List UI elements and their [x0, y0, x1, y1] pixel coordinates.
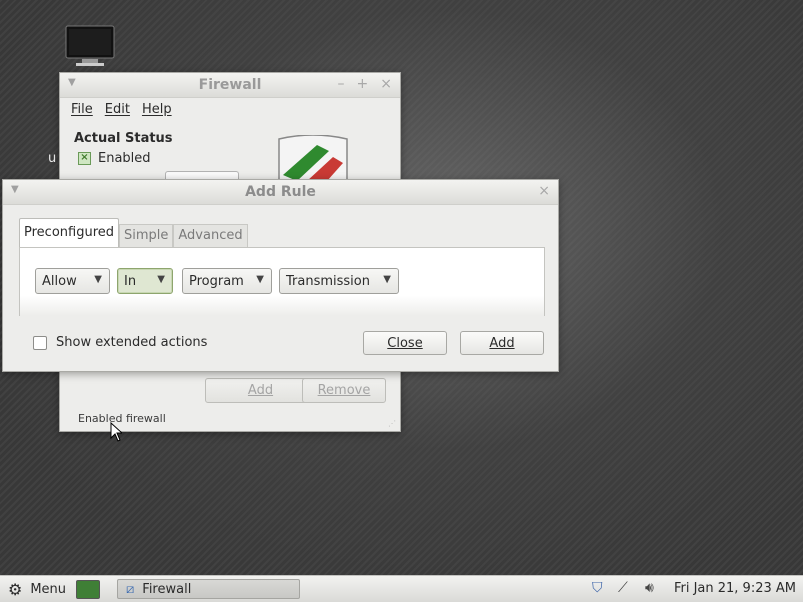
add-rule-title: Add Rule	[245, 184, 316, 200]
policy-select[interactable]: Allow ▼	[35, 268, 110, 294]
shield-info-icon[interactable]: ⛉	[592, 580, 603, 596]
close-icon[interactable]: ×	[538, 183, 550, 199]
computer-icon[interactable]	[64, 24, 116, 68]
menubar: File Edit Help	[60, 98, 400, 121]
enabled-label: Enabled	[98, 151, 151, 166]
taskbar: ⚙ Menu ⧄ Firewall ⛉ ⟋ 🔊︎ Fri Jan 21, 9:2…	[0, 575, 803, 602]
volume-icon[interactable]: 🔊︎	[645, 580, 654, 596]
terminal-launcher-icon[interactable]	[76, 580, 100, 599]
firewall-add-button[interactable]: Add	[205, 378, 316, 403]
menu-help[interactable]: Help	[142, 102, 172, 117]
network-icon[interactable]: ⟋	[618, 580, 628, 596]
enabled-toggle[interactable]: × Enabled	[78, 151, 151, 166]
resize-grip-icon[interactable]: ⋰	[388, 419, 396, 428]
category-value: Program	[189, 273, 244, 289]
policy-value: Allow	[42, 273, 77, 289]
tab-simple[interactable]: Simple	[119, 224, 174, 247]
window-menu-icon[interactable]: ▼	[68, 77, 76, 88]
add-button[interactable]: Add	[460, 331, 544, 355]
firewall-remove-button[interactable]: Remove	[302, 378, 386, 403]
extended-actions-checkbox[interactable]	[33, 335, 47, 350]
start-menu-button[interactable]: ⚙ Menu	[8, 576, 66, 602]
minimize-icon[interactable]: –	[338, 76, 345, 92]
chevron-down-icon: ▼	[256, 274, 264, 285]
extended-actions-toggle[interactable]: Show extended actions	[33, 335, 207, 350]
chevron-down-icon: ▼	[157, 274, 165, 285]
gear-icon: ⚙	[8, 579, 23, 599]
application-select[interactable]: Transmission ▼	[279, 268, 399, 294]
mouse-cursor-icon	[110, 422, 122, 442]
application-value: Transmission	[286, 273, 370, 289]
window-menu-icon[interactable]: ▼	[11, 184, 19, 195]
enabled-checkbox[interactable]: ×	[78, 152, 91, 165]
close-icon[interactable]: ×	[380, 76, 392, 92]
close-button[interactable]: Close	[363, 331, 447, 355]
firewall-task-icon: ⧄	[126, 581, 135, 597]
direction-select[interactable]: In ▼	[117, 268, 173, 294]
menu-file[interactable]: File	[71, 102, 93, 117]
taskbar-firewall-button[interactable]: ⧄ Firewall	[117, 579, 300, 599]
clock[interactable]: Fri Jan 21, 9:23 AM	[674, 581, 796, 596]
rule-tabs: Preconfigured Simple Advanced	[19, 218, 248, 247]
menu-edit[interactable]: Edit	[105, 102, 130, 117]
taskbar-firewall-label: Firewall	[142, 581, 192, 597]
maximize-icon[interactable]: +	[357, 76, 369, 92]
status-heading: Actual Status	[74, 131, 173, 146]
firewall-title: Firewall	[198, 77, 262, 93]
add-rule-titlebar[interactable]: ▼ Add Rule ×	[3, 180, 558, 205]
preconfigured-panel: Allow ▼ In ▼ Program ▼ Transmission ▼	[19, 247, 545, 316]
extended-actions-label: Show extended actions	[56, 335, 208, 350]
desktop-icon-label[interactable]: u	[48, 151, 56, 166]
chevron-down-icon: ▼	[94, 274, 102, 285]
category-select[interactable]: Program ▼	[182, 268, 272, 294]
firewall-shield-icon	[278, 135, 348, 181]
chevron-down-icon: ▼	[383, 274, 391, 285]
add-rule-dialog: ▼ Add Rule × Preconfigured Simple Advanc…	[2, 179, 559, 372]
direction-value: In	[124, 273, 137, 289]
tab-advanced[interactable]: Advanced	[173, 224, 248, 247]
menu-label: Menu	[30, 581, 67, 597]
tab-preconfigured[interactable]: Preconfigured	[19, 218, 119, 247]
firewall-titlebar[interactable]: ▼ Firewall – + ×	[60, 73, 400, 98]
